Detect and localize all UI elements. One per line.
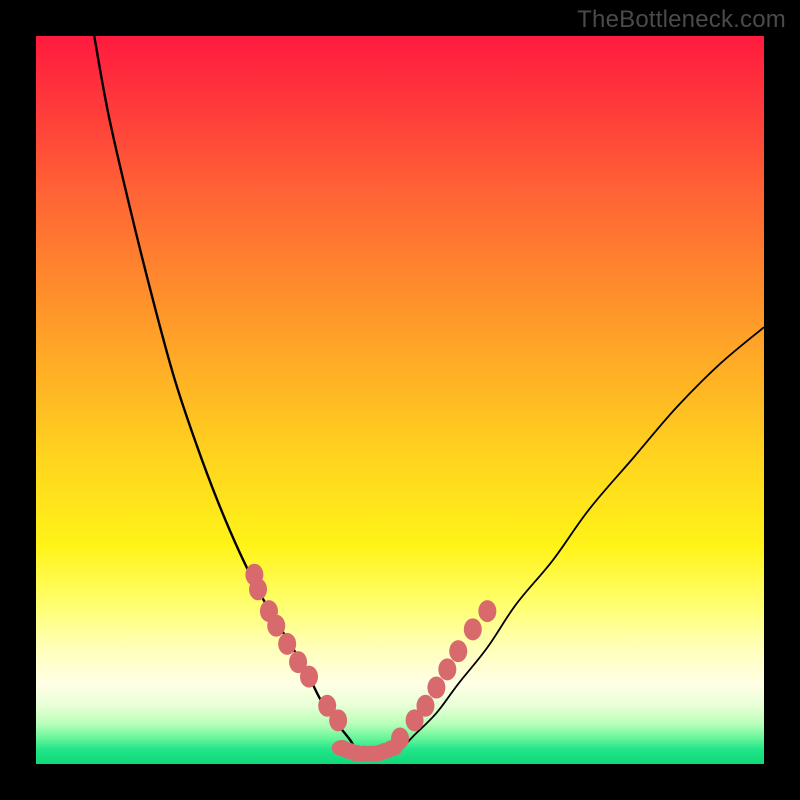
data-dot — [383, 740, 403, 756]
bottom-band-group — [332, 740, 403, 762]
data-dot — [449, 640, 467, 662]
data-dot — [427, 677, 445, 699]
curves-svg — [36, 36, 764, 764]
left-dots-group — [245, 564, 347, 732]
data-dot — [438, 658, 456, 680]
chart-frame: TheBottleneck.com — [0, 0, 800, 800]
data-dot — [249, 578, 267, 600]
right-dots-group — [391, 600, 496, 749]
data-dot — [329, 709, 347, 731]
data-dot — [416, 695, 434, 717]
left-curve — [94, 36, 363, 757]
data-dot — [478, 600, 496, 622]
data-dot — [278, 633, 296, 655]
data-dot — [267, 615, 285, 637]
watermark-label: TheBottleneck.com — [577, 6, 786, 34]
plot-area — [36, 36, 764, 764]
data-dot — [300, 666, 318, 688]
data-dot — [464, 618, 482, 640]
